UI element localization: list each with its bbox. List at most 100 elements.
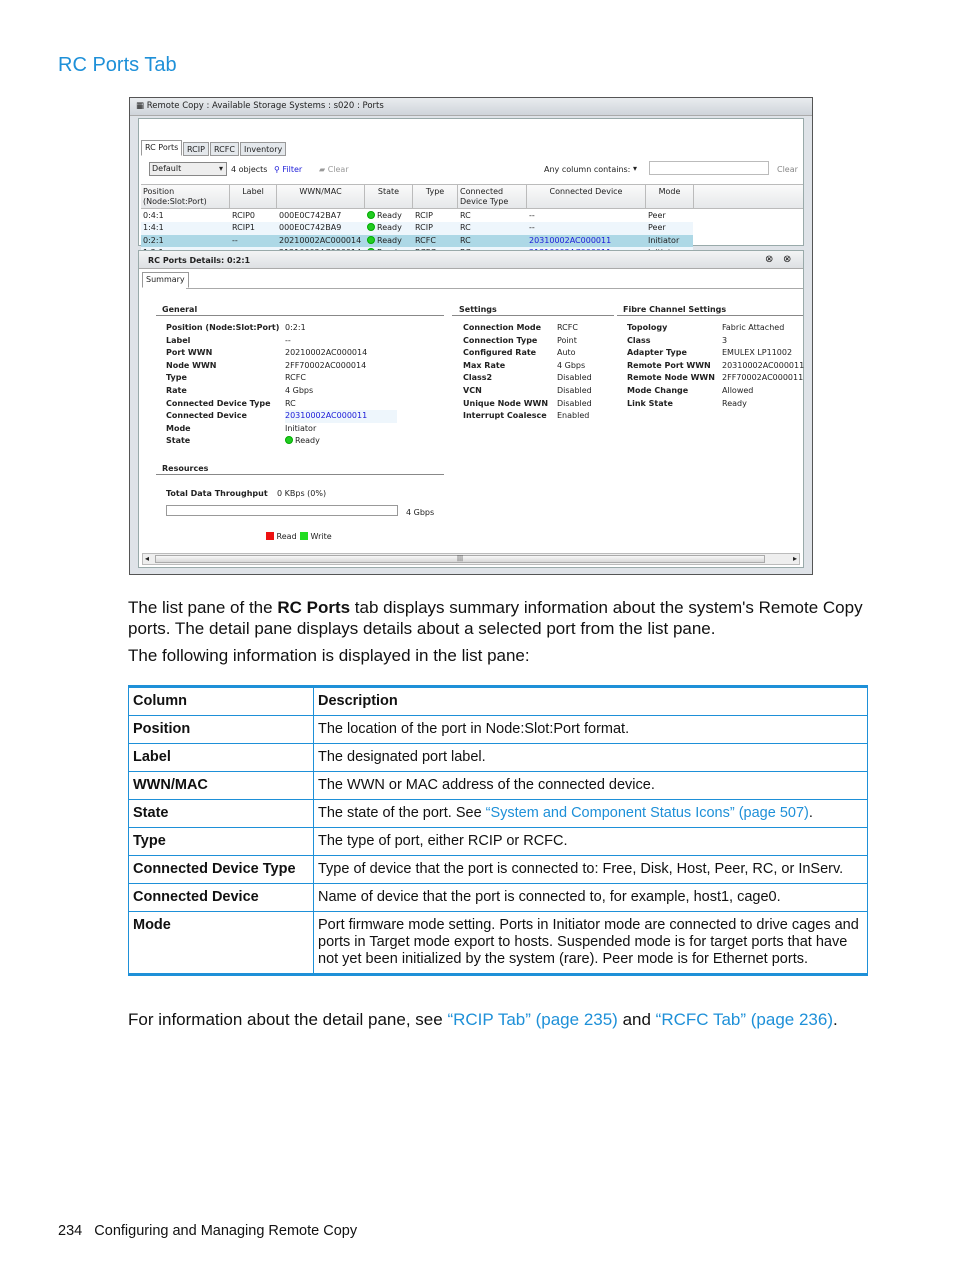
window-title-bar: ▦ Remote Copy : Available Storage System… <box>130 98 812 116</box>
search-clear-button[interactable]: Clear <box>777 165 798 174</box>
field-value: EMULEX LP11002 <box>722 348 793 358</box>
resources-heading: Resources <box>162 464 209 473</box>
field-label: Connected Device Type <box>166 398 271 408</box>
field-label: Class <box>627 335 651 345</box>
field-label: Node WWN <box>166 360 217 370</box>
field-value: Disabled <box>557 386 592 395</box>
tab-summary[interactable]: Summary <box>142 272 189 288</box>
table-row[interactable]: 1:4:1 RCIP1 000E0C742BA9 Ready RCIP RC -- Peer <box>141 222 693 235</box>
field-label: Unique Node WWN <box>463 398 549 408</box>
horizontal-scrollbar[interactable]: ◂ ||| ▸ <box>142 553 800 565</box>
field-value: 0:2:1 <box>285 323 306 332</box>
col-wwn[interactable]: WWN/MAC <box>277 185 365 209</box>
field-label: Configured Rate <box>463 348 537 358</box>
field-label: Connection Mode <box>463 323 542 332</box>
detail-pane: RC Ports Details: 0:2:1 ⊗ ⊗ Summary Gene… <box>138 250 804 568</box>
field-value: Enabled <box>557 411 590 421</box>
tab-inventory[interactable]: Inventory <box>240 142 287 156</box>
column-name: Type <box>128 827 314 856</box>
col-label[interactable]: Label <box>230 185 277 209</box>
col-connected-device-type[interactable]: Connected Device Type <box>458 185 527 209</box>
field-value: RC <box>285 398 296 408</box>
col-position[interactable]: Position (Node:Slot:Port) <box>141 185 230 209</box>
status-icons-link[interactable]: “System and Component Status Icons” (pag… <box>486 805 809 821</box>
table-row: Connected Device Type Type of device that… <box>128 855 868 884</box>
close-icon[interactable]: ⊗ <box>783 254 791 265</box>
field-label: State <box>166 436 191 446</box>
filter-button[interactable]: ⚲ Filter <box>274 165 302 174</box>
legend-write: Write <box>300 532 332 541</box>
scroll-thumb[interactable]: ||| <box>155 555 765 563</box>
field-value: Disabled <box>557 398 592 408</box>
table-row: Type The type of port, either RCIP or RCF… <box>128 827 868 856</box>
column-description: Port firmware mode setting. Ports in Ini… <box>313 911 868 976</box>
field-label: Port WWN <box>166 348 213 358</box>
tab-rcip[interactable]: RCIP <box>183 142 209 156</box>
cell-state: Ready <box>367 235 402 247</box>
field-label: Max Rate <box>463 360 506 370</box>
scroll-right-icon[interactable]: ▸ <box>793 554 797 563</box>
field-value: 3 <box>722 335 728 345</box>
page-footer: 234 Configuring and Managing Remote Copy <box>58 1223 357 1239</box>
table-row: Mode Port firmware mode setting. Ports in… <box>128 911 868 976</box>
field-value: Initiator <box>285 423 317 433</box>
page-title: RC Ports Tab <box>58 54 177 76</box>
field-label: Type <box>166 373 187 383</box>
screenshot-window: ▦ Remote Copy : Available Storage System… <box>129 97 813 575</box>
cell-cdt: RC <box>460 211 471 220</box>
rcfc-tab-link[interactable]: “RCFC Tab” (page 236) <box>656 1010 833 1029</box>
cell-label: -- <box>232 235 238 245</box>
field-label: Connected Device <box>166 411 247 421</box>
col-mode[interactable]: Mode <box>646 185 694 209</box>
cell-mode: Peer <box>648 223 666 233</box>
col-type[interactable]: Type <box>413 185 458 209</box>
column-name: Position <box>128 715 314 744</box>
col-state[interactable]: State <box>365 185 413 209</box>
cell-type: RCIP <box>415 223 433 233</box>
table-row: State The state of the port. See “System … <box>128 799 868 828</box>
cell-wwn: 000E0C742BA7 <box>279 211 342 220</box>
field-value: RCFC <box>285 373 306 383</box>
app-icon: ▦ <box>136 101 147 111</box>
field-label: Adapter Type <box>627 348 687 358</box>
table-row[interactable]: 0:2:1 -- 20210002AC000014 Ready RCFC RC 203100… <box>141 234 693 247</box>
tab-rc-ports[interactable]: RC Ports <box>141 140 183 156</box>
view-select[interactable]: Default ▾ <box>149 162 227 176</box>
cell-cd: 20310002AC000011 <box>529 235 612 245</box>
field-label: Topology <box>627 323 668 332</box>
col-connected-device[interactable]: Connected Device <box>527 185 646 209</box>
status-ready-icon <box>367 235 375 244</box>
tab-rcfc[interactable]: RCFC <box>210 142 239 156</box>
column-name: Mode <box>128 911 314 976</box>
field-value: -- <box>285 335 291 345</box>
clear-filter-button[interactable]: ▰ Clear <box>319 165 349 174</box>
field-label: Mode <box>166 423 191 433</box>
field-value: 4 Gbps <box>557 360 586 370</box>
footer-text: Configuring and Managing Remote Copy <box>94 1223 358 1239</box>
search-label: Any column contains: <box>544 165 631 174</box>
header-column: Column <box>128 685 314 716</box>
detail-paragraph: For information about the detail pane, s… <box>128 1010 838 1029</box>
table-row: Connected Device Name of device that the … <box>128 883 868 912</box>
throughput-label: Total Data Throughput <box>166 489 268 498</box>
scroll-left-icon[interactable]: ◂ <box>145 554 149 563</box>
rcip-tab-link[interactable]: “RCIP Tab” (page 235) <box>447 1010 617 1029</box>
field-value: 4 Gbps <box>285 386 314 395</box>
column-description: Type of device that the port is connecte… <box>313 855 868 884</box>
search-options-icon[interactable]: ▾ <box>633 164 637 173</box>
cell-label: RCIP0 <box>232 211 256 220</box>
cell-position: 0:4:1 <box>143 211 164 220</box>
cell-state: Ready <box>367 210 402 222</box>
field-value: Disabled <box>557 373 592 383</box>
column-description: The designated port label. <box>313 743 868 772</box>
window-title: Remote Copy : Available Storage Systems … <box>146 101 384 111</box>
table-row[interactable]: 0:4:1 RCIP0 000E0C742BA7 Ready RCIP RC -- Peer <box>141 210 693 223</box>
cell-cdt: RC <box>460 223 471 233</box>
detail-title: RC Ports Details: 0:2:1 <box>148 256 251 265</box>
cell-wwn: 20210002AC000014 <box>279 235 362 245</box>
cell-wwn: 000E0C742BA9 <box>279 223 342 233</box>
cell-cd: -- <box>529 223 535 233</box>
intro-paragraph: The list pane of the RC Ports tab displa… <box>128 598 863 638</box>
collapse-icon[interactable]: ⊗ <box>765 254 773 265</box>
search-input[interactable] <box>649 161 769 175</box>
